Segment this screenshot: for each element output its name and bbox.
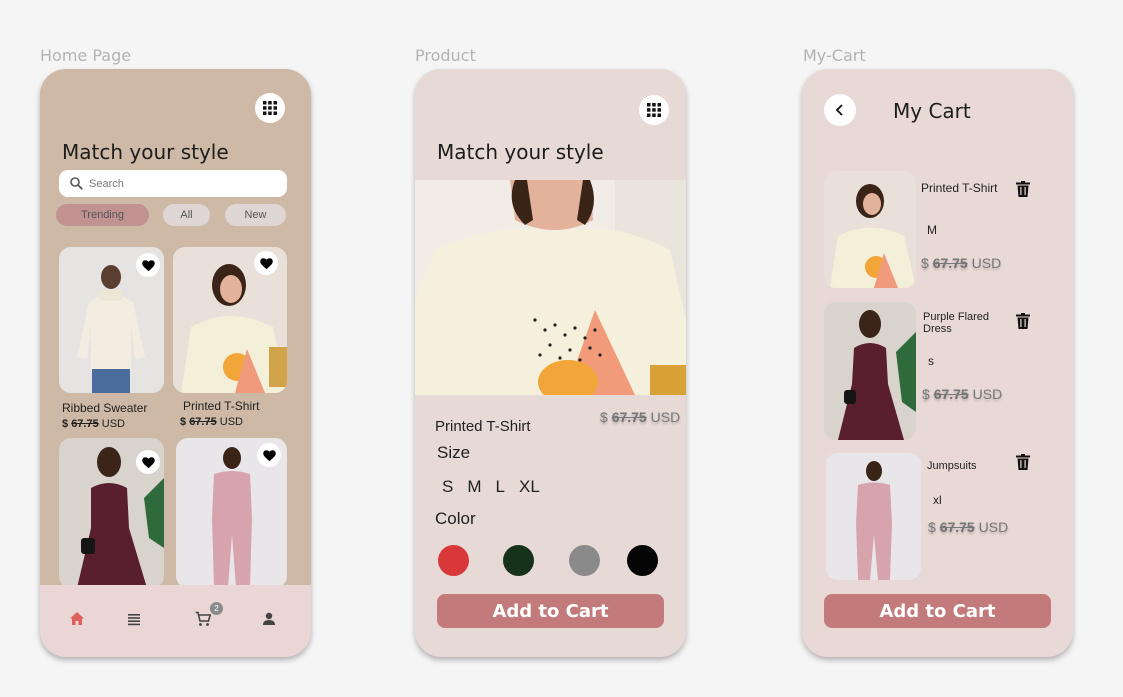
size-option-m[interactable]: M xyxy=(467,477,481,497)
product-price: $ 67.75 USD xyxy=(600,409,681,425)
heart-icon xyxy=(262,449,276,461)
search-icon xyxy=(70,177,83,190)
bottom-navigation: 2 xyxy=(40,585,311,657)
cart-item-price: $ 67.75 USD xyxy=(922,386,1003,402)
size-option-xl[interactable]: XL xyxy=(519,477,540,497)
cart-item-price: $ 67.75 USD xyxy=(928,519,1009,535)
cart-page-label: My-Cart xyxy=(803,46,866,65)
favorite-button[interactable] xyxy=(254,251,278,275)
cart-count-badge: 2 xyxy=(210,602,223,615)
cart-item-name: Jumpsuits xyxy=(927,460,977,472)
page-title: Match your style xyxy=(437,140,604,164)
home-page-label: Home Page xyxy=(40,46,132,65)
favorite-button[interactable] xyxy=(257,443,281,467)
page-title: Match your style xyxy=(62,140,229,164)
product-page-label: Product xyxy=(415,46,476,65)
cart-item-image xyxy=(824,171,916,288)
heart-icon xyxy=(259,257,273,269)
user-icon[interactable] xyxy=(260,610,278,628)
chip-new[interactable]: New xyxy=(225,204,286,226)
cart-item-size: s xyxy=(928,354,934,368)
product-screen: Match your style Printed T-Shirt $ 67.75… xyxy=(415,69,686,657)
size-options: S M L XL xyxy=(442,477,554,497)
page-title: My Cart xyxy=(893,99,971,123)
cart-item-image xyxy=(826,453,921,580)
add-to-cart-button[interactable]: Add to Cart xyxy=(437,594,664,628)
search-bar[interactable] xyxy=(59,170,287,197)
product-hero-image xyxy=(415,180,686,395)
back-button[interactable] xyxy=(824,94,856,126)
size-label: Size xyxy=(437,443,471,462)
trash-icon xyxy=(1016,454,1030,470)
color-swatch-black[interactable] xyxy=(627,545,658,576)
grid-menu-button[interactable] xyxy=(255,93,285,123)
home-icon[interactable] xyxy=(68,610,86,628)
menu-icon[interactable] xyxy=(125,610,143,628)
delete-item-button[interactable] xyxy=(1014,312,1032,330)
cart-item-price: $ 67.75 USD xyxy=(921,255,1002,271)
cart-item-name: Purple Flared Dress xyxy=(923,311,990,335)
chip-all[interactable]: All xyxy=(163,204,210,226)
grid-menu-button[interactable] xyxy=(639,95,669,125)
back-icon xyxy=(835,104,843,116)
cart-screen: My Cart Printed T-Shirt M $ 67.75 USD Pu… xyxy=(802,69,1073,657)
product-name: Printed T-Shirt xyxy=(183,399,260,413)
grid-icon xyxy=(647,103,661,117)
favorite-button[interactable] xyxy=(136,450,160,474)
cart-item-size: M xyxy=(927,223,937,237)
search-input[interactable] xyxy=(89,177,269,190)
heart-icon xyxy=(141,456,155,468)
color-label: Color xyxy=(435,509,476,528)
grid-icon xyxy=(263,101,277,115)
home-screen: Match your style Trending All New Ribbed… xyxy=(40,69,311,657)
cart-item-image xyxy=(824,302,916,440)
product-price: $ 67.75 USD xyxy=(62,418,126,430)
size-option-l[interactable]: L xyxy=(496,477,505,497)
color-swatch-green[interactable] xyxy=(503,545,534,576)
size-option-s[interactable]: S xyxy=(442,477,453,497)
product-name: Printed T-Shirt xyxy=(435,418,531,435)
add-to-cart-button[interactable]: Add to Cart xyxy=(824,594,1051,628)
delete-item-button[interactable] xyxy=(1014,453,1032,471)
delete-item-button[interactable] xyxy=(1014,180,1032,198)
color-swatch-gray[interactable] xyxy=(569,545,600,576)
color-swatch-red[interactable] xyxy=(438,545,469,576)
product-price: $ 67.75 USD xyxy=(180,416,244,428)
favorite-button[interactable] xyxy=(136,253,160,277)
heart-icon xyxy=(141,259,155,271)
trash-icon xyxy=(1016,313,1030,329)
cart-item-size: xl xyxy=(933,493,942,507)
cart-item-name: Printed T-Shirt xyxy=(921,181,998,195)
product-name: Ribbed Sweater xyxy=(62,401,148,415)
cart-icon[interactable] xyxy=(194,610,212,628)
chip-trending[interactable]: Trending xyxy=(56,204,149,226)
trash-icon xyxy=(1016,181,1030,197)
